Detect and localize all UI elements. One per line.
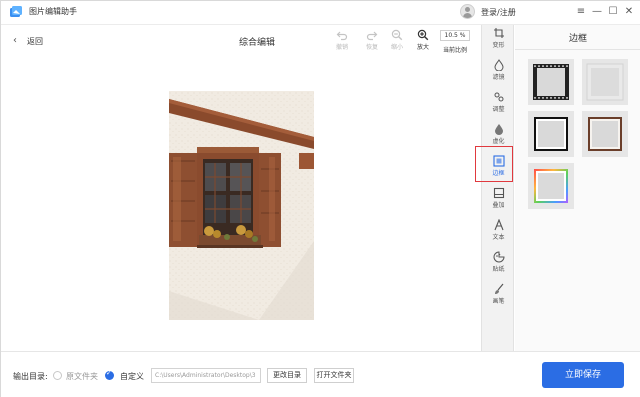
- soft-frame-preview: [586, 63, 624, 101]
- filter-icon: [493, 59, 504, 71]
- adjust-icon: [494, 92, 503, 102]
- blur-icon: [494, 124, 503, 135]
- side-tool-adjust[interactable]: 调整: [482, 89, 515, 119]
- black-frame-preview: [534, 117, 568, 151]
- side-tool-filter[interactable]: 滤镜: [482, 57, 515, 87]
- redo-label: 恢复: [365, 44, 378, 51]
- text-icon: [493, 219, 504, 231]
- active-tool-highlight: [475, 146, 513, 182]
- app-title: 图片编辑助手: [29, 7, 77, 16]
- crop-icon: [493, 28, 504, 38]
- zoom-in-icon: [417, 29, 429, 41]
- zoom-in-label: 放大: [416, 44, 429, 51]
- panel-title: 边框: [568, 34, 587, 44]
- zoom-value-field[interactable]: 10.5 %: [440, 30, 470, 41]
- photo-window-scene: [169, 91, 314, 320]
- undo-button[interactable]: 撤销: [328, 29, 356, 55]
- frame-option-black[interactable]: [528, 111, 574, 157]
- open-folder-button[interactable]: 打开文件夹: [314, 368, 354, 383]
- zoom-in-button[interactable]: 放大: [409, 29, 437, 55]
- title-bar: 图片编辑助手 登录/注册 ≡ — ☐ ✕: [1, 1, 640, 25]
- zoom-ratio-label: 当前比例: [442, 47, 467, 54]
- undo-icon: [336, 31, 348, 41]
- close-button[interactable]: ✕: [622, 4, 636, 20]
- edited-photo[interactable]: [169, 91, 314, 320]
- brush-icon: [494, 283, 503, 294]
- back-label: 返回: [27, 37, 43, 46]
- side-tool-label: 滤镜: [492, 74, 505, 81]
- zoom-out-label: 缩小: [390, 44, 403, 51]
- frame-panel: 边框: [515, 25, 640, 351]
- page-title: 综合编辑: [238, 38, 275, 48]
- zoom-out-icon: [391, 29, 403, 41]
- side-tool-label: 贴纸: [492, 266, 505, 273]
- radio-custom-folder[interactable]: [105, 369, 114, 380]
- frame-option-soft[interactable]: [582, 59, 628, 105]
- overlay-icon: [493, 187, 504, 199]
- frame-option-rainbow[interactable]: [528, 163, 574, 209]
- side-tool-label: 变形: [492, 42, 505, 49]
- change-dir-button[interactable]: 更改目录: [267, 368, 307, 383]
- undo-label: 撤销: [335, 44, 348, 51]
- login-register-link[interactable]: 登录/注册: [481, 7, 516, 18]
- side-tool-sticker[interactable]: 贴纸: [482, 249, 515, 279]
- radio-original-folder[interactable]: [53, 371, 62, 380]
- user-avatar[interactable]: [460, 4, 475, 19]
- menu-icon[interactable]: ≡: [574, 4, 588, 20]
- zoom-out-button[interactable]: 缩小: [383, 29, 411, 55]
- side-tool-label: 画笔: [492, 298, 505, 305]
- tool-strip: 变形 滤镜 调整 虚化 边框 叠加 文本 贴纸 画笔: [481, 25, 514, 351]
- side-tool-label: 文本: [492, 234, 505, 241]
- redo-icon: [366, 31, 378, 41]
- redo-button[interactable]: 恢复: [358, 29, 386, 55]
- brown-frame-preview: [588, 117, 622, 151]
- side-tool-transform[interactable]: 变形: [482, 25, 515, 55]
- side-tool-label: 虚化: [492, 138, 505, 145]
- original-folder-label[interactable]: 原文件夹: [66, 371, 98, 382]
- app-window: 图片编辑助手 登录/注册 ≡ — ☐ ✕ ‹ 返回 综合编辑 撤销 恢复 缩小: [0, 0, 640, 397]
- maximize-button[interactable]: ☐: [606, 4, 620, 20]
- output-dir-label: 输出目录:: [13, 372, 48, 381]
- output-path-input[interactable]: [151, 368, 261, 383]
- app-logo-icon: [10, 6, 22, 17]
- minimize-button[interactable]: —: [590, 4, 604, 20]
- side-tool-text[interactable]: 文本: [482, 217, 515, 247]
- frame-option-brown[interactable]: [582, 111, 628, 157]
- film-frame-preview: [533, 64, 569, 100]
- side-tool-label: 叠加: [492, 202, 505, 209]
- sticker-icon: [493, 251, 505, 263]
- side-tool-label: 调整: [492, 106, 505, 113]
- panel-divider: [515, 49, 640, 50]
- side-tool-overlay[interactable]: 叠加: [482, 185, 515, 215]
- custom-folder-label[interactable]: 自定义: [120, 371, 144, 382]
- side-tool-brush[interactable]: 画笔: [482, 281, 515, 311]
- frame-option-film[interactable]: [528, 59, 574, 105]
- save-now-button[interactable]: 立即保存: [542, 362, 624, 388]
- rainbow-frame-preview: [534, 169, 568, 203]
- chevron-left-icon: ‹: [13, 35, 17, 46]
